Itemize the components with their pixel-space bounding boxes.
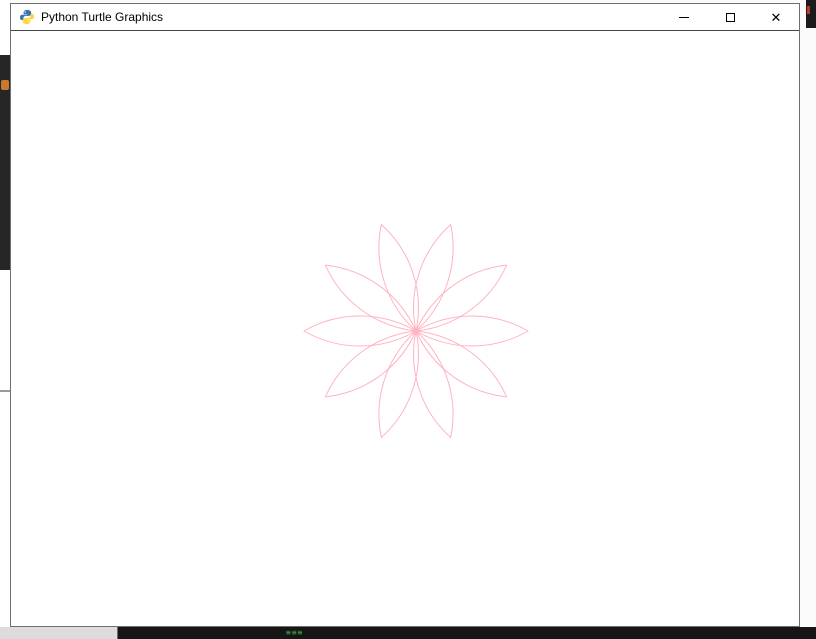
window-title: Python Turtle Graphics: [41, 10, 164, 24]
flower-petal: [413, 330, 454, 439]
top-right-red-marker: [807, 6, 810, 14]
flower-petal: [413, 223, 454, 332]
flower-petal: [378, 223, 419, 332]
flower-petal: [415, 315, 530, 347]
close-button[interactable]: ✕: [753, 4, 799, 30]
maximize-button[interactable]: [707, 4, 753, 30]
minimize-button[interactable]: [661, 4, 707, 30]
titlebar[interactable]: Python Turtle Graphics ✕: [11, 4, 799, 31]
maximize-icon: [725, 12, 735, 22]
flower-petal: [324, 264, 417, 332]
flower-petal: [324, 330, 417, 398]
left-edge-divider: [0, 390, 10, 392]
terminal-output-text: ≡≡≡: [286, 628, 304, 637]
taskbar-left-segment[interactable]: [0, 627, 118, 639]
flower-petal: [302, 315, 417, 347]
left-edge-app-icon[interactable]: [1, 80, 9, 90]
flower-drawing: [302, 223, 530, 439]
python-icon: [19, 9, 35, 25]
flower-petal: [415, 264, 508, 332]
flower-petal: [378, 330, 419, 439]
minimize-icon: [679, 16, 689, 18]
desktop-left-edge: [0, 0, 10, 627]
turtle-canvas[interactable]: [11, 31, 799, 626]
turtle-graphics-window: Python Turtle Graphics ✕: [10, 3, 800, 627]
desktop-top-right-corner: [806, 0, 816, 28]
taskbar[interactable]: ≡≡≡: [0, 627, 816, 639]
flower-petal: [415, 330, 508, 398]
close-icon: ✕: [770, 9, 782, 25]
